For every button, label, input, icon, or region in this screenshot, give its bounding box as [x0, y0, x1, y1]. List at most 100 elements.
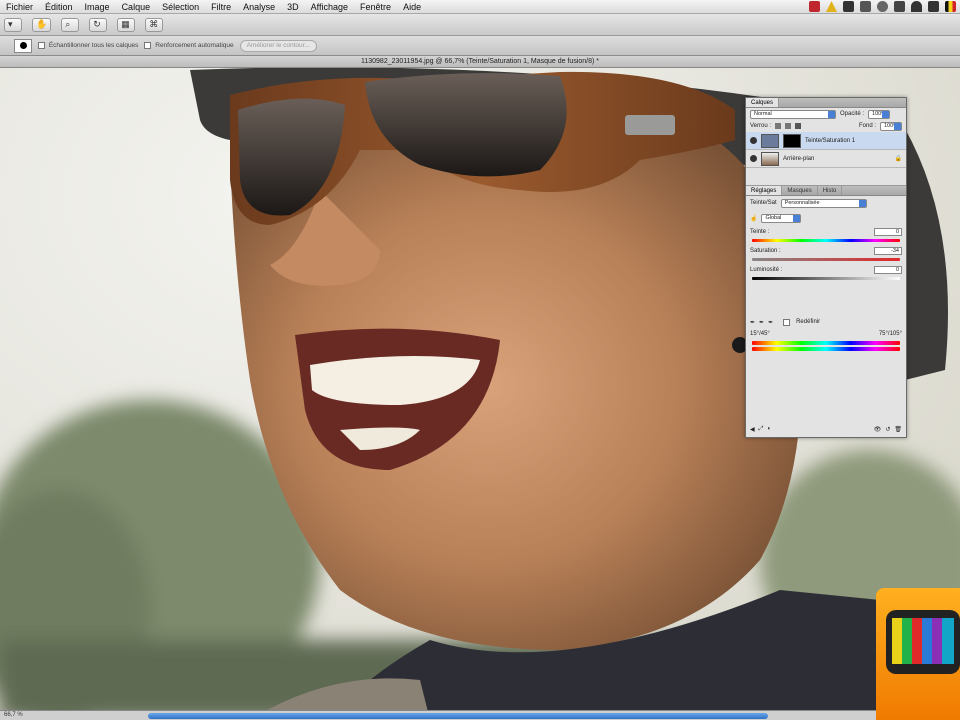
rotate-view-button[interactable]: ↻: [89, 17, 108, 32]
sample-all-layers-label: Échantillonner tous les calques: [48, 42, 139, 50]
sample-all-layers-checkbox[interactable]: Échantillonner tous les calques: [38, 41, 139, 50]
sync-icon[interactable]: [894, 1, 905, 12]
zoom-level[interactable]: 66,7 %: [0, 712, 23, 718]
menu-aide[interactable]: Aide: [397, 2, 427, 12]
visibility-toggle-icon[interactable]: 👁: [874, 426, 882, 433]
menu-fenetre[interactable]: Fenêtre: [354, 2, 397, 12]
checkbox-box: [144, 41, 152, 49]
lightness-field[interactable]: 0: [874, 266, 902, 274]
record-icon[interactable]: [809, 1, 820, 12]
bridge-button[interactable]: ▾: [4, 17, 22, 32]
visibility-eye-icon[interactable]: [750, 137, 757, 144]
layer-name: Arrière-plan: [783, 155, 815, 162]
menu-3d[interactable]: 3D: [281, 2, 305, 12]
lock-all-icon[interactable]: [795, 123, 802, 129]
layer-mask-thumbnail[interactable]: [783, 133, 801, 148]
trash-icon[interactable]: 🗑: [894, 426, 902, 433]
rotate-icon: ↻: [93, 19, 101, 29]
refine-edge-button[interactable]: Améliorer le contour...: [239, 39, 317, 52]
eyedropper-icon[interactable]: ✒: [750, 319, 755, 326]
time-machine-icon[interactable]: [877, 1, 888, 12]
opacity-label: Opacité :: [840, 111, 865, 117]
hue-slider[interactable]: [752, 239, 900, 242]
hue-row: Teinte : 0: [746, 226, 906, 238]
menu-image[interactable]: Image: [79, 2, 116, 12]
range-row: 15°/45° 75°/105°: [746, 328, 906, 340]
menu-calque[interactable]: Calque: [116, 2, 157, 12]
channel-select[interactable]: Global: [761, 213, 802, 223]
zoom-tool-button[interactable]: ⌕: [61, 17, 80, 32]
menu-selection[interactable]: Sélection: [156, 2, 205, 12]
layer-background[interactable]: Arrière-plan 🔒: [746, 150, 906, 168]
range-left-label: 15°/45°: [750, 331, 770, 337]
preset-select[interactable]: Personnalisée: [780, 198, 867, 208]
layers-panel-tabs: Calques: [746, 98, 906, 108]
range-right-label: 75°/105°: [878, 331, 902, 337]
lock-row: Verrou : Fond : 100%: [746, 120, 906, 132]
auto-enhance-checkbox[interactable]: Renforcement automatique: [144, 41, 234, 49]
screen-mode-button[interactable]: ⌘: [145, 17, 164, 32]
tab-histogram[interactable]: Histo: [818, 186, 843, 195]
opacity-field[interactable]: 100%: [868, 109, 891, 119]
eyedropper-row: ✒ ✒ ✒ Redéfinir: [746, 316, 906, 328]
menu-analyse[interactable]: Analyse: [237, 2, 281, 12]
spaces-icon[interactable]: [860, 1, 871, 12]
adjustments-footer: ◀ ⤢ ◐ 👁 ↺ 🗑: [746, 423, 906, 435]
blend-mode-select[interactable]: Normal: [750, 109, 836, 119]
application-bar: ▾ ✋ ⌕ ↻ ▦ ⌘: [0, 14, 960, 36]
colorize-checkbox[interactable]: [783, 318, 791, 326]
zoom-icon: ⌕: [65, 19, 71, 29]
layer-name: Teinte/Saturation 1: [805, 137, 856, 144]
flag-icon[interactable]: [945, 1, 956, 12]
brush-tip-icon: [19, 42, 27, 49]
channel-row: ☝ Global: [746, 210, 906, 226]
status-bar: 66,7 %: [0, 710, 960, 720]
back-icon[interactable]: ◀: [750, 426, 755, 433]
expand-view-icon[interactable]: ⤢: [759, 426, 764, 433]
horizontal-scrollbar[interactable]: [148, 713, 768, 719]
bluetooth-icon[interactable]: [843, 1, 854, 12]
system-tray: [809, 1, 956, 12]
wifi-icon[interactable]: [911, 1, 922, 12]
lock-position-icon[interactable]: [785, 123, 792, 129]
lightness-row: Luminosité : 0: [746, 264, 906, 276]
background-thumbnail: [761, 151, 779, 166]
color-range-bar-bottom[interactable]: [752, 347, 900, 351]
brush-preset-picker[interactable]: [14, 38, 32, 53]
saturation-label: Saturation :: [750, 248, 781, 254]
screen-mode-icon: ⌘: [149, 19, 159, 29]
eyedropper-subtract-icon[interactable]: ✒: [768, 319, 773, 326]
lock-pixels-icon[interactable]: [775, 123, 782, 129]
layer-hue-saturation[interactable]: Teinte/Saturation 1: [746, 132, 906, 150]
fill-label: Fond :: [858, 123, 876, 129]
visibility-eye-icon[interactable]: [750, 155, 757, 162]
arrange-documents-button[interactable]: ▦: [117, 17, 136, 32]
menu-filtre[interactable]: Filtre: [205, 2, 237, 12]
warning-icon[interactable]: [826, 1, 837, 12]
menu-edition[interactable]: Édition: [39, 2, 79, 12]
layers-footer: [746, 168, 906, 186]
color-range-bar-top[interactable]: [752, 341, 900, 345]
menu-affichage[interactable]: Affichage: [305, 2, 354, 12]
saturation-slider[interactable]: [752, 258, 900, 261]
eyedropper-add-icon[interactable]: ✒: [759, 319, 764, 326]
reset-icon[interactable]: ↺: [885, 426, 890, 433]
tab-adjustments[interactable]: Réglages: [746, 186, 783, 195]
layers-adjustments-panel: Calques Normal Opacité : 100% Verrou : F…: [745, 97, 907, 438]
fill-field[interactable]: 100%: [880, 121, 902, 131]
saturation-field[interactable]: -34: [874, 247, 902, 255]
tab-layers[interactable]: Calques: [746, 98, 780, 107]
menu-fichier[interactable]: Fichier: [0, 2, 39, 12]
hand-tool-button[interactable]: ✋: [32, 17, 52, 32]
lightness-label: Luminosité :: [750, 267, 783, 273]
menu-bar: Fichier Édition Image Calque Sélection F…: [0, 0, 960, 14]
volume-icon[interactable]: [928, 1, 939, 12]
document-tab[interactable]: 1130982_23011954.jpg @ 66,7% (Teinte/Sat…: [0, 56, 960, 68]
blend-row: Normal Opacité : 100%: [746, 108, 906, 120]
tab-masks[interactable]: Masques: [782, 186, 818, 195]
hand-adjust-icon[interactable]: ☝: [750, 215, 757, 222]
saturation-row: Saturation : -34: [746, 245, 906, 257]
clip-icon[interactable]: ◐: [767, 426, 771, 432]
hue-field[interactable]: 0: [874, 228, 902, 236]
